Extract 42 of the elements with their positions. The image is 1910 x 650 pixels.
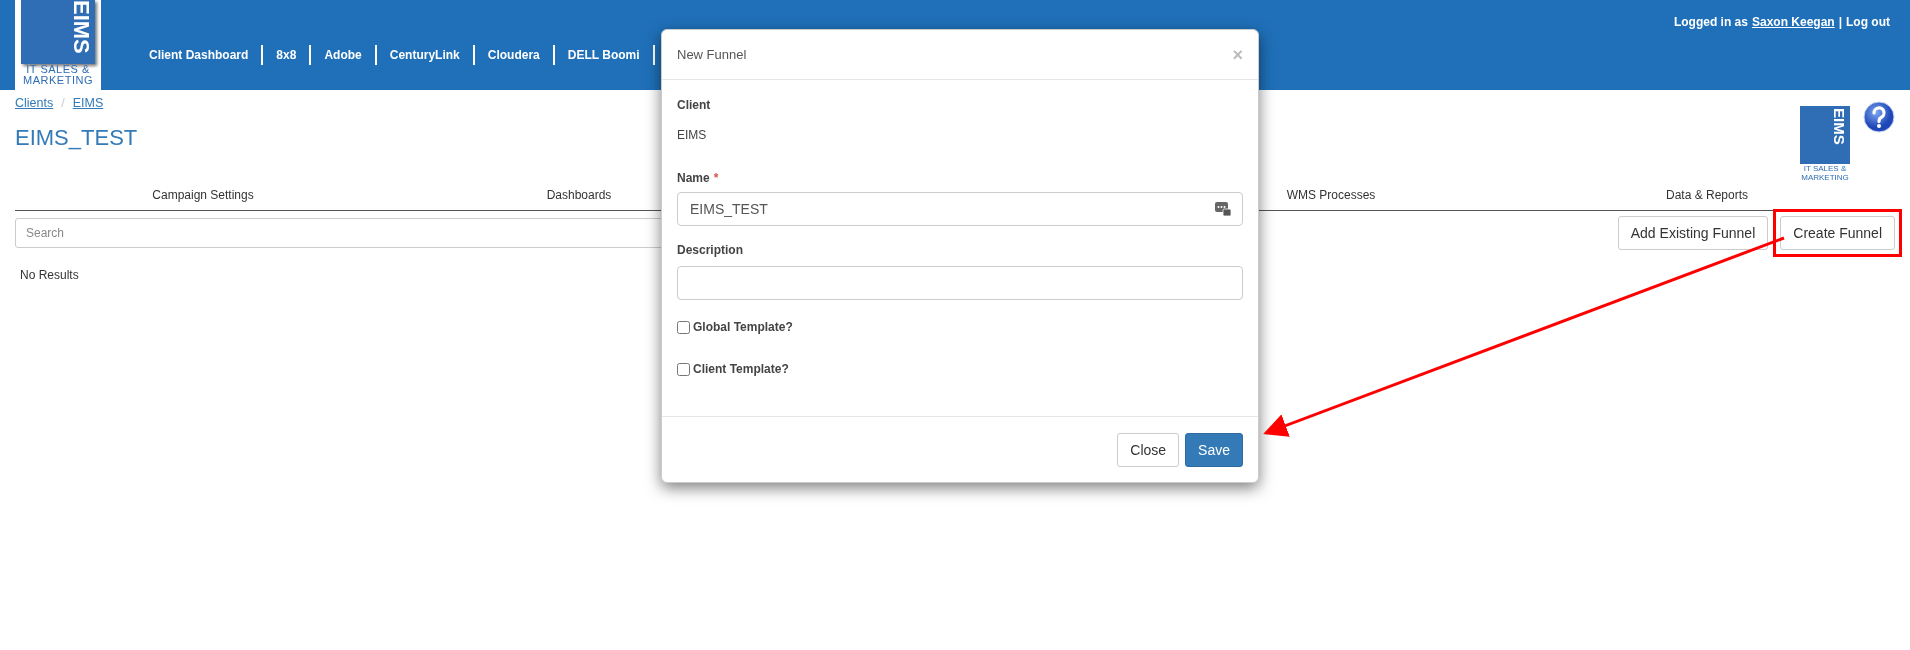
- logo-tagline: IT SALES &: [26, 64, 90, 75]
- field-label: Name: [677, 170, 710, 186]
- description-field[interactable]: [677, 266, 1243, 300]
- separator-text: |: [1838, 14, 1842, 31]
- page-title: EIMS_TEST: [15, 123, 138, 152]
- dialog-button[interactable]: Close: [1117, 433, 1180, 467]
- nav-link[interactable]: 8x8: [276, 46, 297, 64]
- nav-link[interactable]: DELL Boomi: [567, 46, 640, 64]
- breadcrumb-separator: /: [61, 95, 65, 112]
- nav-link[interactable]: Client Dashboard: [149, 46, 249, 64]
- logo-tagline: MARKETING: [23, 75, 93, 86]
- checkbox-label: Client Template?: [693, 361, 789, 377]
- nav-link[interactable]: Adobe: [324, 46, 362, 64]
- name-field[interactable]: EIMS_TEST: [677, 192, 1243, 226]
- breadcrumb-link[interactable]: Clients: [15, 94, 54, 113]
- empty-message: No Results: [20, 267, 79, 284]
- help-icon[interactable]: [1863, 101, 1895, 133]
- user-link[interactable]: Saxon Keegan: [1751, 13, 1835, 31]
- dialog-title: New Funnel: [677, 45, 747, 64]
- dialog-button[interactable]: Save: [1185, 433, 1243, 467]
- required-mark: *: [713, 170, 719, 186]
- login-status-text: Logged in as: [1673, 14, 1748, 31]
- breadcrumb-link[interactable]: EIMS: [72, 94, 104, 113]
- logout-link[interactable]: Log out: [1846, 13, 1890, 31]
- tab[interactable]: Campaign Settings: [152, 186, 254, 204]
- checkbox[interactable]: [677, 362, 690, 376]
- nav-link[interactable]: CenturyLink: [389, 46, 460, 64]
- password-manager-icon[interactable]: [1215, 202, 1231, 216]
- field-label: Client: [677, 97, 711, 113]
- logo-mark: EIMS: [1832, 108, 1847, 145]
- client-value: EIMS: [677, 127, 707, 143]
- action-button[interactable]: Create Funnel: [1780, 216, 1895, 250]
- tab[interactable]: WMS Processes: [1286, 186, 1376, 204]
- logo-mark: EIMS: [70, 0, 92, 54]
- action-button[interactable]: Add Existing Funnel: [1617, 216, 1769, 250]
- logo-tagline: MARKETING: [1801, 173, 1849, 182]
- checkbox[interactable]: [677, 320, 690, 334]
- tab[interactable]: Data & Reports: [1665, 186, 1748, 204]
- tab[interactable]: Dashboards: [546, 186, 612, 204]
- checkbox-label: Global Template?: [693, 319, 793, 335]
- logo-tagline: IT SALES &: [1803, 164, 1847, 173]
- nav-link[interactable]: Cloudera: [487, 46, 540, 64]
